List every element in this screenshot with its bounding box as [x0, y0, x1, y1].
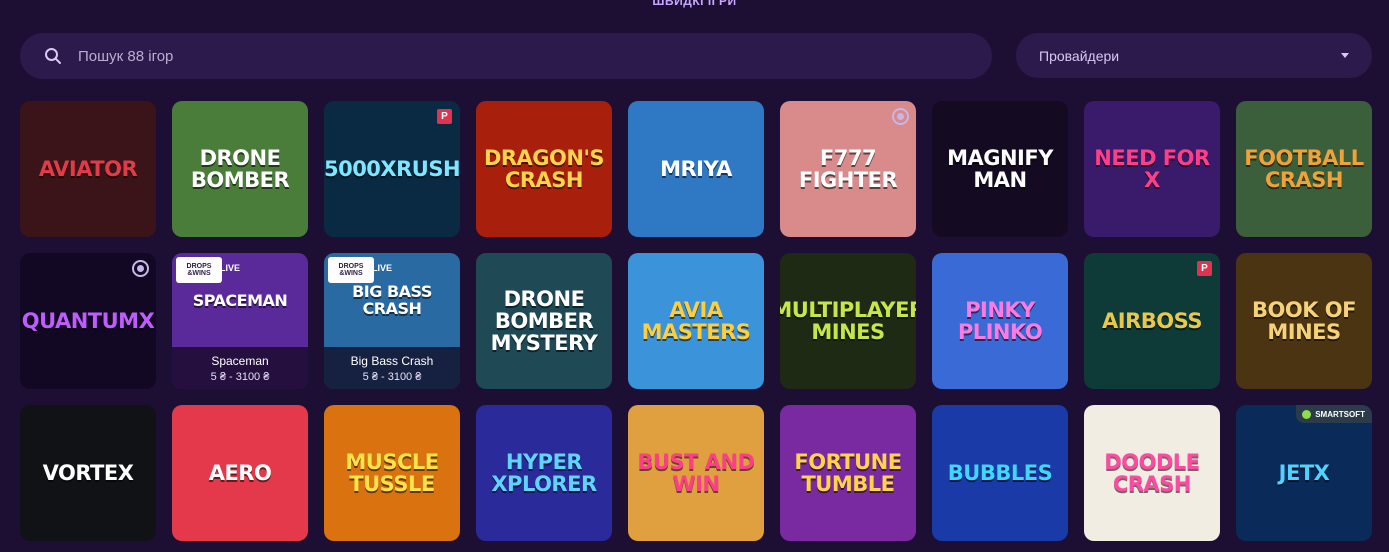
smartsoft-badge: SMARTSOFT: [1296, 405, 1372, 423]
game-title-art: Bubbles: [947, 460, 1053, 485]
game-tile[interactable]: Book of Mines: [1236, 253, 1372, 389]
game-tile[interactable]: Need for X: [1084, 101, 1220, 237]
game-tile[interactable]: Aero: [172, 405, 308, 541]
game-tile[interactable]: AirBoss P: [1084, 253, 1220, 389]
game-title-art: Bust and Win: [637, 449, 755, 496]
game-title-art: Muscle Tussle: [345, 449, 439, 496]
live-badge: LIVE: [372, 263, 393, 273]
game-tile[interactable]: Pinky Plinko: [932, 253, 1068, 389]
target-icon: [132, 260, 149, 277]
game-title-art: Spaceman: [192, 290, 288, 310]
game-title-art: Pinky Plinko: [957, 297, 1043, 344]
provider-p-badge: P: [1197, 261, 1212, 276]
game-tile[interactable]: Aviator: [20, 101, 156, 237]
game-title-art: Magnify Man: [947, 145, 1053, 192]
game-title-art: Mriya: [660, 156, 732, 181]
provider-dropdown[interactable]: Провайдери: [1016, 33, 1372, 78]
game-title-art: Doodle Crash: [1104, 449, 1200, 496]
game-tile[interactable]: Mriya: [628, 101, 764, 237]
game-title-art: Football Crash: [1244, 145, 1364, 192]
game-title-art: Drone Bomber: [190, 145, 290, 192]
game-tile[interactable]: Bust and Win: [628, 405, 764, 541]
game-title-art: Multiplayer Mines: [780, 297, 916, 344]
game-title-art: QuantumX: [21, 308, 155, 333]
game-tile[interactable]: Dragon's Crash: [476, 101, 612, 237]
game-tile[interactable]: Avia Masters: [628, 253, 764, 389]
game-title-art: F777 Fighter: [798, 145, 898, 192]
game-tile[interactable]: Hyper Xplorer: [476, 405, 612, 541]
game-tile[interactable]: Magnify Man: [932, 101, 1068, 237]
game-title-art: JetX: [1278, 460, 1330, 485]
search-input[interactable]: [78, 47, 938, 65]
game-title-art: Hyper Xplorer: [491, 449, 597, 496]
drops-wins-badge-icon: DROPS &WINS: [176, 257, 222, 283]
game-tile[interactable]: Muscle Tussle: [324, 405, 460, 541]
live-badge: LIVE: [220, 263, 241, 273]
search-bar[interactable]: [20, 33, 992, 79]
search-icon: [45, 48, 61, 64]
game-tile[interactable]: F777 Fighter: [780, 101, 916, 237]
provider-p-badge: P: [437, 109, 452, 124]
game-title-art: Vortex: [42, 460, 134, 485]
game-tile[interactable]: Multiplayer Mines: [780, 253, 916, 389]
game-tile[interactable]: Big Bass Crash DROPS &WINS LIVE Big Bass Cra…: [324, 253, 460, 389]
game-tile[interactable]: Bubbles: [932, 405, 1068, 541]
game-tile[interactable]: QuantumX: [20, 253, 156, 389]
game-tile[interactable]: Doodle Crash: [1084, 405, 1220, 541]
live-game-name: Spaceman: [211, 353, 269, 368]
game-title-art: Need for X: [1094, 145, 1210, 192]
game-tile[interactable]: 5000xRush P: [324, 101, 460, 237]
games-grid: Aviator Drone Bomber 5000xRush P Dragon's Cr…: [20, 101, 1372, 541]
game-tile[interactable]: Drone Bomber: [172, 101, 308, 237]
game-title-art: Avia Masters: [641, 297, 751, 344]
live-game-name: Big Bass Crash: [350, 353, 434, 368]
game-title-art: 5000xRush: [324, 156, 460, 181]
game-tile[interactable]: Vortex: [20, 405, 156, 541]
section-title: ШВИДКІ ІГРИ: [652, 0, 737, 8]
game-title-art: Dragon's Crash: [483, 145, 605, 192]
live-game-info: Big Bass Crash 5 ₴ - 3100 ₴: [324, 347, 460, 389]
game-title-art: AirBoss: [1102, 308, 1202, 333]
game-tile[interactable]: Football Crash: [1236, 101, 1372, 237]
game-title-art: Aero: [208, 460, 272, 485]
game-tile[interactable]: Spaceman DROPS &WINS LIVE Spaceman 5 ₴ - 3100…: [172, 253, 308, 389]
live-game-info: Spaceman 5 ₴ - 3100 ₴: [172, 347, 308, 389]
game-title-art: Big Bass Crash: [352, 282, 432, 318]
bet-range: 5 ₴ - 3100 ₴: [362, 370, 422, 383]
game-tile[interactable]: JetX SMARTSOFT: [1236, 405, 1372, 541]
provider-dropdown-label: Провайдери: [1039, 47, 1120, 64]
game-title-art: Fortune Tumble: [794, 449, 902, 496]
target-icon: [892, 108, 909, 125]
game-title-art: Aviator: [38, 156, 138, 181]
drops-wins-badge-icon: DROPS &WINS: [328, 257, 374, 283]
game-tile[interactable]: Fortune Tumble: [780, 405, 916, 541]
game-title-art: Drone Bomber Mystery: [490, 286, 598, 356]
game-tile[interactable]: Drone Bomber Mystery: [476, 253, 612, 389]
bet-range: 5 ₴ - 3100 ₴: [210, 370, 270, 383]
chevron-down-icon: [1341, 53, 1349, 58]
game-title-art: Book of Mines: [1252, 297, 1357, 344]
